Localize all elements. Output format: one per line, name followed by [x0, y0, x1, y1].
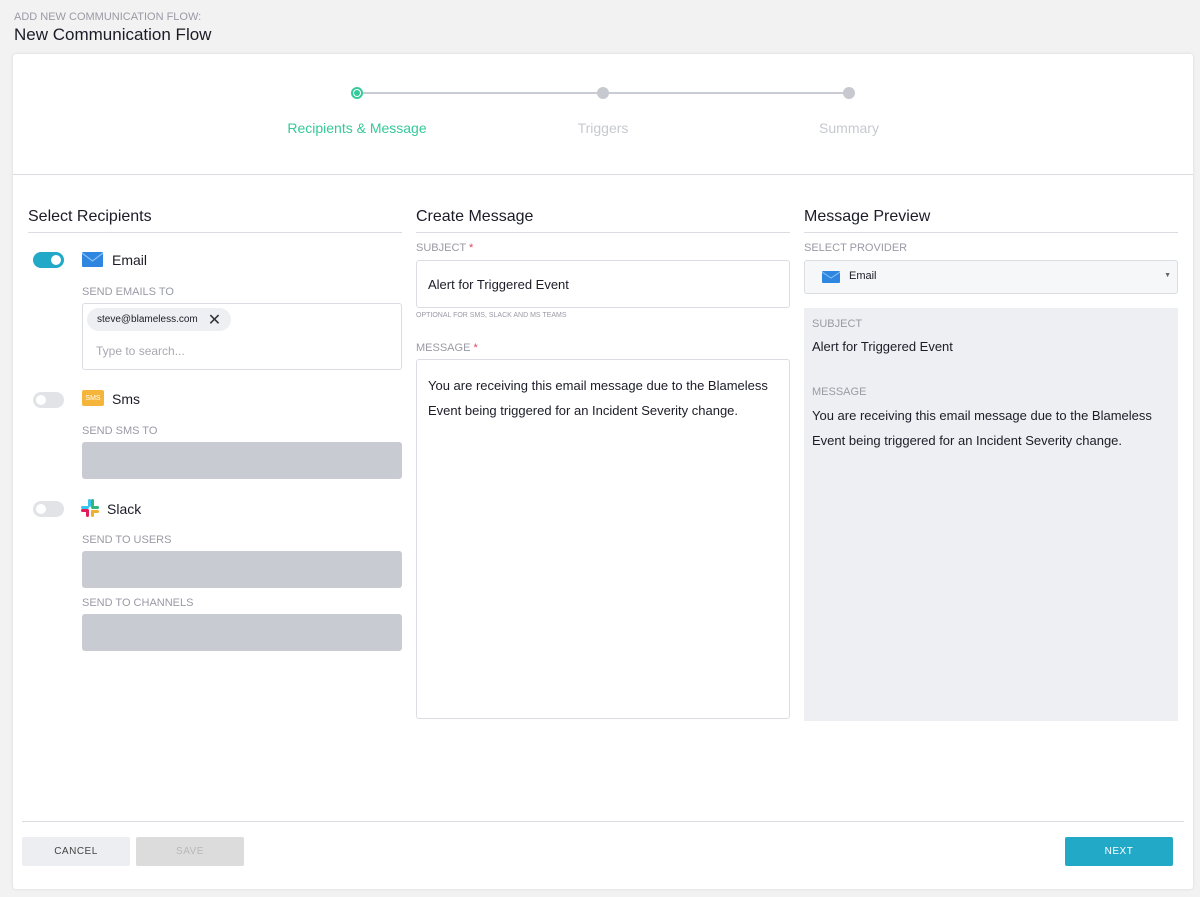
cancel-button[interactable]: CANCEL	[22, 837, 130, 866]
message-label: MESSAGE *	[416, 342, 478, 354]
send-sms-label: SEND SMS TO	[82, 425, 158, 437]
preview-message-label: MESSAGE	[812, 386, 867, 398]
email-chip: steve@blameless.com ✕	[87, 308, 232, 331]
preview-subject: Alert for Triggered Event	[812, 339, 953, 354]
email-toggle[interactable]	[33, 252, 64, 268]
message-label-text: MESSAGE	[416, 342, 471, 354]
step-dot-summary	[843, 87, 855, 99]
email-label: Email	[112, 252, 148, 268]
remove-chip-icon[interactable]: ✕	[208, 310, 221, 330]
message-preview-title: Message Preview	[804, 208, 1178, 233]
recipients-title: Select Recipients	[28, 208, 402, 233]
required-mark: *	[473, 342, 478, 354]
subject-hint: OPTIONAL FOR SMS, SLACK AND MS TEAMS	[416, 312, 567, 319]
sms-recipients-input[interactable]	[82, 442, 402, 479]
create-message-title: Create Message	[416, 208, 790, 233]
subject-label: SUBJECT *	[416, 242, 473, 254]
preview-message: You are receiving this email message due…	[812, 408, 1152, 448]
email-search-placeholder[interactable]: Type to search...	[96, 344, 185, 358]
step-triggers[interactable]: Triggers	[503, 120, 703, 136]
send-users-label: SEND TO USERS	[82, 534, 172, 546]
page-title: New Communication Flow	[14, 25, 212, 44]
preview-panel: SUBJECT Alert for Triggered Event MESSAG…	[804, 308, 1178, 721]
chevron-down-icon: ▼	[1164, 272, 1171, 279]
email-recipients-input[interactable]: steve@blameless.com ✕ Type to search...	[82, 303, 402, 370]
provider-value: Email	[849, 270, 877, 282]
page-overline: ADD NEW COMMUNICATION FLOW:	[14, 11, 202, 23]
subject-label-text: SUBJECT	[416, 242, 466, 254]
save-button[interactable]: SAVE	[136, 837, 244, 866]
email-icon	[822, 271, 840, 283]
divider	[13, 174, 1193, 175]
sms-label: Sms	[112, 391, 140, 407]
preview-subject-label: SUBJECT	[812, 318, 863, 330]
provider-select[interactable]: Email ▼	[804, 260, 1178, 294]
select-provider-label: SELECT PROVIDER	[804, 242, 908, 254]
email-icon	[82, 252, 103, 267]
slack-channels-input[interactable]	[82, 614, 402, 651]
sms-icon: SMS	[82, 390, 104, 406]
subject-input[interactable]: Alert for Triggered Event	[416, 260, 790, 308]
slack-icon	[81, 499, 99, 517]
slack-users-input[interactable]	[82, 551, 402, 588]
send-channels-label: SEND TO CHANNELS	[82, 597, 194, 609]
next-button[interactable]: NEXT	[1065, 837, 1173, 866]
step-dot-active	[351, 87, 363, 99]
slack-toggle[interactable]	[33, 501, 64, 517]
email-chip-label: steve@blameless.com	[97, 314, 198, 325]
message-textarea[interactable]: You are receiving this email message due…	[416, 359, 790, 719]
slack-label: Slack	[107, 501, 142, 517]
step-summary[interactable]: Summary	[749, 120, 949, 136]
footer-divider	[22, 821, 1184, 822]
required-mark: *	[468, 242, 474, 254]
step-dot-triggers	[597, 87, 609, 99]
send-emails-label: SEND EMAILS TO	[82, 286, 174, 298]
step-recipients[interactable]: Recipients & Message	[257, 120, 457, 136]
sms-toggle[interactable]	[33, 392, 64, 408]
